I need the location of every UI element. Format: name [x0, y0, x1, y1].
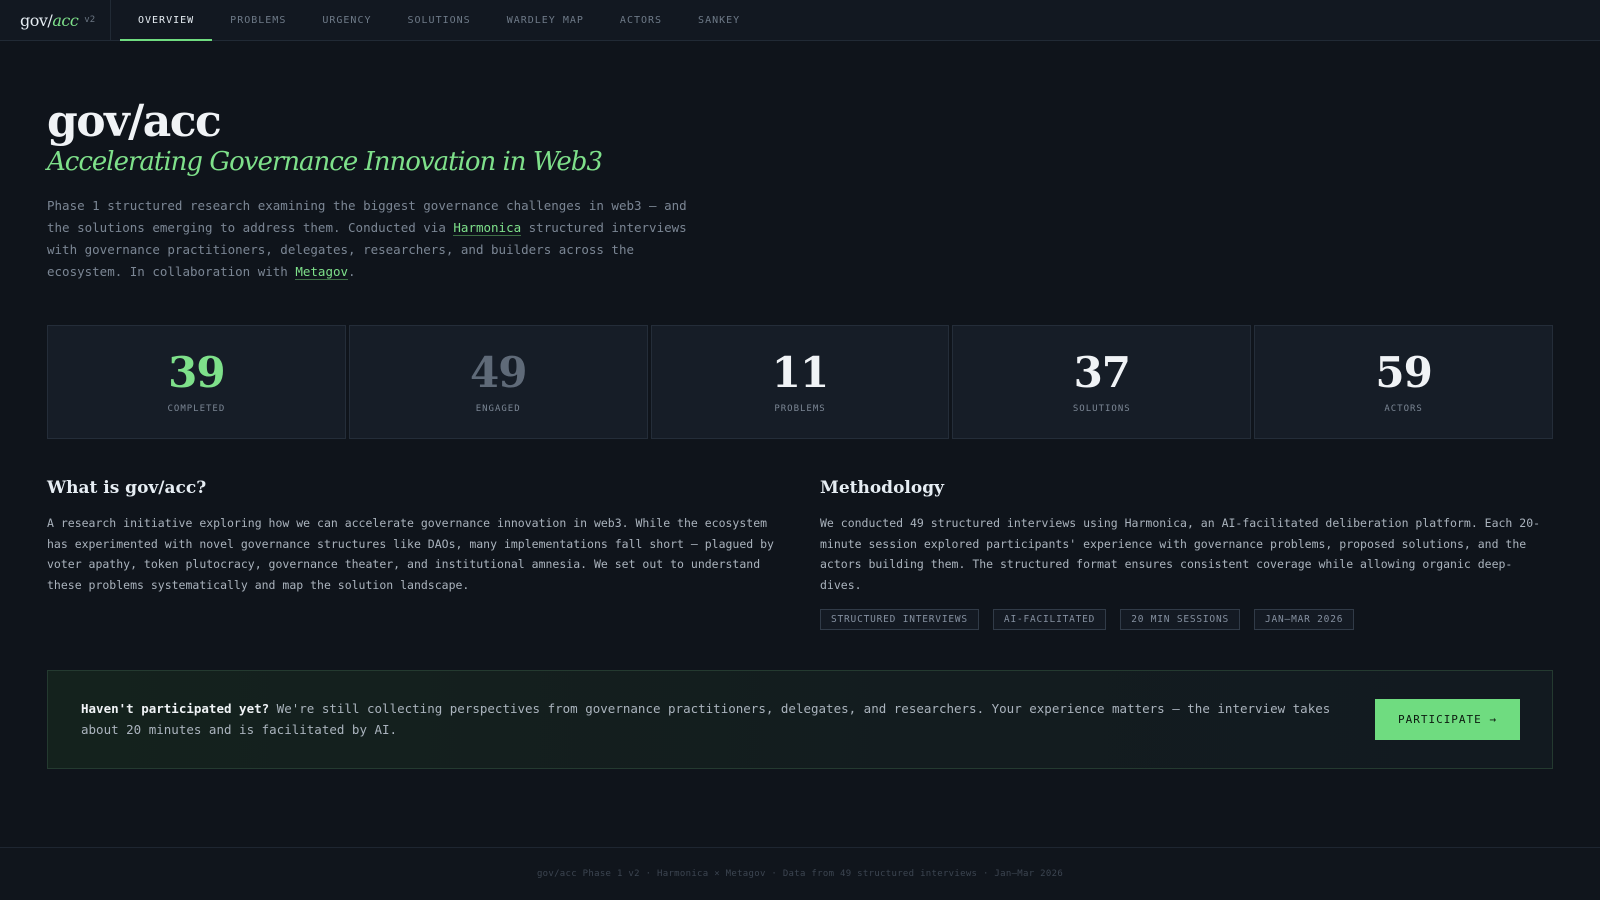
tab-problems[interactable]: PROBLEMS: [212, 0, 304, 40]
about-title: What is gov/acc?: [47, 478, 207, 498]
hero-description: Phase 1 structured research examining th…: [47, 195, 697, 283]
brand-version: v2: [84, 15, 96, 25]
footer: gov/acc Phase 1 v2 · Harmonica × Metagov…: [0, 847, 1600, 900]
methodology-body: We conducted 49 structured interviews us…: [820, 516, 1541, 592]
participate-button[interactable]: PARTICIPATE →: [1375, 699, 1520, 740]
stat-solutions: 37 SOLUTIONS: [952, 325, 1252, 439]
stat-label: ACTORS: [1384, 404, 1423, 414]
top-nav: gov/acc v2 OVERVIEW PROBLEMS URGENCY SOL…: [0, 0, 1600, 41]
tab-wardley-map[interactable]: WARDLEY MAP: [489, 0, 602, 40]
tag-structured-interviews: STRUCTURED INTERVIEWS: [820, 609, 979, 630]
brand-logo-acc: acc: [52, 10, 79, 30]
tab-solutions[interactable]: SOLUTIONS: [390, 0, 489, 40]
stat-label: PROBLEMS: [774, 404, 826, 414]
stat-engaged: 49 ENGAGED: [348, 325, 648, 439]
page-title: gov/acc: [47, 96, 222, 147]
stat-label: COMPLETED: [167, 404, 226, 414]
participate-banner: Haven't participated yet? We're still co…: [47, 670, 1553, 769]
tag-date-range: JAN–MAR 2026: [1254, 609, 1355, 630]
about-body: A research initiative exploring how we c…: [47, 516, 774, 592]
brand-logo: gov/acc: [20, 10, 79, 30]
hero-desc-part-3: .: [348, 264, 356, 279]
tab-urgency[interactable]: URGENCY: [304, 0, 389, 40]
stat-value: 11: [771, 348, 829, 397]
harmonica-link[interactable]: Harmonica: [453, 220, 522, 236]
stat-label: SOLUTIONS: [1072, 404, 1131, 414]
brand-logo-gov: gov/: [20, 10, 53, 30]
cta-text: Haven't participated yet? We're still co…: [81, 699, 1331, 740]
metagov-link[interactable]: Metagov: [295, 264, 349, 280]
tab-sankey[interactable]: SANKEY: [680, 0, 758, 40]
footer-text: gov/acc Phase 1 v2 · Harmonica × Metagov…: [536, 869, 1064, 879]
tab-actors[interactable]: ACTORS: [602, 0, 680, 40]
methodology-tags: STRUCTURED INTERVIEWS AI-FACILITATED 20 …: [820, 609, 1355, 630]
cta-message: We're still collecting perspectives from…: [81, 701, 1331, 737]
stat-value: 39: [168, 348, 225, 397]
tag-session-length: 20 MIN SESSIONS: [1120, 609, 1240, 630]
stat-problems: 11 PROBLEMS: [650, 325, 950, 439]
stat-label: ENGAGED: [475, 404, 521, 414]
stat-value: 37: [1073, 348, 1131, 397]
stat-actors: 59 ACTORS: [1254, 325, 1553, 439]
stat-value: 59: [1375, 348, 1432, 397]
tab-overview[interactable]: OVERVIEW: [120, 0, 213, 41]
methodology-title: Methodology: [820, 478, 944, 498]
stat-completed: 39 COMPLETED: [47, 325, 346, 439]
nav-tabs: OVERVIEW PROBLEMS URGENCY SOLUTIONS WARD…: [120, 0, 758, 41]
cta-heading: Haven't participated yet?: [81, 701, 270, 716]
tag-ai-facilitated: AI-FACILITATED: [992, 609, 1107, 630]
page-subtitle: Accelerating Governance Innovation in We…: [47, 147, 603, 177]
stats-row: 39 COMPLETED 49 ENGAGED 11 PROBLEMS 37 S…: [47, 325, 1553, 439]
brand[interactable]: gov/acc v2: [0, 0, 111, 40]
stat-value: 49: [469, 348, 527, 397]
